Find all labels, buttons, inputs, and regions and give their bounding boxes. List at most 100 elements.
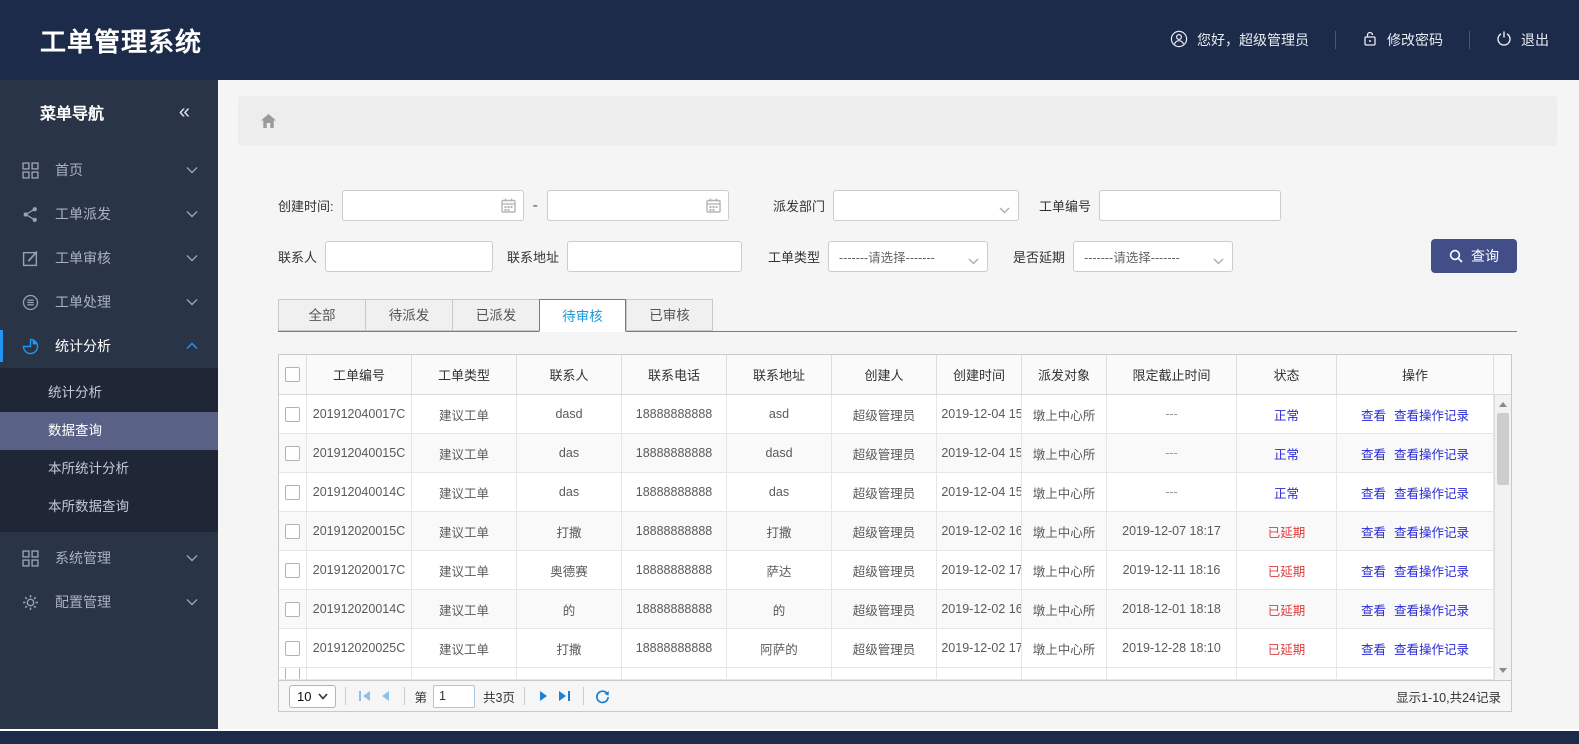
row-checkbox[interactable]	[285, 601, 300, 617]
row-checkbox[interactable]	[285, 484, 300, 500]
work-order-table: 工单编号 工单类型 联系人 联系电话 联系地址 创建人 创建时间 派发对象 限定…	[278, 354, 1512, 681]
cell-target: 墩上中心所	[1022, 590, 1107, 628]
cell-deadline: ---	[1107, 395, 1237, 433]
scroll-up-icon[interactable]	[1495, 397, 1511, 412]
sidebar-item-dispatch[interactable]: 工单派发	[0, 192, 218, 236]
status-badge: 正常	[1237, 395, 1337, 433]
cell-contact: 的	[517, 590, 622, 628]
cell-actions	[1337, 668, 1494, 679]
row-checkbox[interactable]	[285, 562, 300, 578]
col-target: 派发对象	[1022, 355, 1107, 394]
contact-input[interactable]	[325, 240, 494, 272]
create-time-start-input[interactable]	[341, 190, 524, 221]
cell-address: das	[727, 473, 832, 511]
chevron-down-icon	[186, 167, 198, 174]
home-icon[interactable]	[260, 113, 277, 129]
refresh-icon[interactable]	[593, 686, 613, 706]
collapse-sidebar-icon[interactable]: «	[179, 102, 190, 122]
create-time-end-input[interactable]	[546, 190, 729, 221]
search-button[interactable]: 查询	[1431, 239, 1517, 273]
cell-deadline: 2019-12-11 18:16	[1107, 551, 1237, 589]
cell-address: 的	[727, 590, 832, 628]
delay-select[interactable]: -------请选择-------	[1073, 240, 1234, 272]
sidebar-item-system[interactable]: 系统管理	[0, 536, 218, 580]
row-checkbox[interactable]	[285, 523, 300, 539]
cell-creator: 超级管理员	[832, 473, 937, 511]
row-checkbox[interactable]	[285, 640, 300, 656]
filter-row-2: 联系人 联系地址 工单类型 -------请选择------- 是否延期 ---…	[278, 239, 1517, 273]
cell-order-type: 建议工单	[412, 590, 517, 628]
sidebar-item-config[interactable]: 配置管理	[0, 580, 218, 624]
address-input[interactable]	[567, 240, 743, 272]
view-log-link[interactable]: 查看操作记录	[1394, 561, 1469, 580]
view-log-link[interactable]: 查看操作记录	[1394, 639, 1469, 658]
submenu-item-data-query[interactable]: 数据查询	[0, 412, 218, 450]
view-link[interactable]: 查看	[1361, 639, 1386, 658]
cell-actions: 查看 查看操作记录	[1337, 590, 1494, 628]
view-log-link[interactable]: 查看操作记录	[1394, 522, 1469, 541]
order-type-select[interactable]: -------请选择-------	[828, 240, 989, 272]
view-link[interactable]: 查看	[1361, 600, 1386, 619]
view-link[interactable]: 查看	[1361, 444, 1386, 463]
sidebar-item-label: 统计分析	[55, 338, 111, 354]
row-checkbox[interactable]	[285, 406, 300, 422]
cell-order-type: 建议工单	[412, 551, 517, 589]
cell-target: 墩上中心所	[1022, 512, 1107, 550]
order-no-input[interactable]	[1098, 190, 1281, 221]
page-size-select[interactable]: 10	[289, 684, 337, 708]
select-all-checkbox[interactable]	[285, 367, 300, 382]
cell-order-no: 201912020017C	[307, 551, 412, 589]
view-link[interactable]: 查看	[1361, 405, 1386, 424]
submenu-item-statistics-analysis[interactable]: 统计分析	[0, 374, 218, 412]
table-row: 201912040017C 建议工单 dasd 18888888888 asd …	[279, 395, 1494, 434]
submenu-item-local-data-query[interactable]: 本所数据查询	[0, 488, 218, 526]
table-scrollbar[interactable]	[1494, 395, 1511, 680]
tab-reviewed[interactable]: 已审核	[626, 299, 713, 331]
tab-all[interactable]: 全部	[278, 299, 365, 331]
row-checkbox[interactable]	[285, 668, 300, 679]
sidebar-item-review[interactable]: 工单审核	[0, 236, 218, 280]
first-page-button[interactable]	[355, 686, 375, 706]
sidebar-item-label: 工单审核	[55, 250, 111, 266]
sidebar-submenu-statistics: 统计分析 数据查询 本所统计分析 本所数据查询	[0, 368, 218, 532]
status-badge: 已延期	[1237, 512, 1337, 550]
order-no-label: 工单编号	[1038, 199, 1091, 214]
footer-bar	[0, 731, 1579, 744]
scroll-down-icon[interactable]	[1495, 663, 1511, 678]
row-checkbox[interactable]	[285, 445, 300, 461]
table-row: 201912040014C 建议工单 das 18888888888 das 超…	[279, 473, 1494, 512]
grid-icon	[22, 161, 39, 179]
dispatch-dept-select[interactable]	[832, 190, 1019, 221]
scrollbar-thumb[interactable]	[1497, 413, 1509, 485]
sidebar-menu-bottom: 系统管理 配置管理	[0, 532, 218, 624]
tab-dispatched[interactable]: 已派发	[452, 299, 539, 331]
view-log-link[interactable]: 查看操作记录	[1394, 600, 1469, 619]
next-page-button[interactable]	[534, 686, 554, 706]
submenu-item-local-statistics[interactable]: 本所统计分析	[0, 450, 218, 488]
view-log-link[interactable]: 查看操作记录	[1394, 444, 1469, 463]
gear-icon	[23, 594, 38, 610]
view-link[interactable]: 查看	[1361, 522, 1386, 541]
sidebar-item-process[interactable]: 工单处理	[0, 280, 218, 324]
tab-pending-review[interactable]: 待审核	[539, 299, 626, 332]
last-page-button[interactable]	[554, 686, 574, 706]
view-link[interactable]: 查看	[1361, 483, 1386, 502]
cell-order-no: 201912040014C	[307, 473, 412, 511]
col-creator: 创建人	[832, 355, 937, 394]
view-log-link[interactable]: 查看操作记录	[1394, 483, 1469, 502]
cell-creator: 超级管理员	[832, 395, 937, 433]
view-log-link[interactable]: 查看操作记录	[1394, 405, 1469, 424]
page-number-input[interactable]	[432, 684, 475, 708]
cell-order-type: 建议工单	[412, 629, 517, 667]
sidebar-item-statistics[interactable]: 统计分析	[0, 324, 218, 368]
tab-pending-dispatch[interactable]: 待派发	[365, 299, 452, 331]
sidebar-item-home[interactable]: 首页	[0, 148, 218, 192]
prev-page-button[interactable]	[375, 686, 395, 706]
cell-created: 2019-12-04 15	[937, 395, 1022, 433]
change-password-link[interactable]: 修改密码	[1362, 30, 1443, 50]
cell-deadline: 2019-12-28 18:10	[1107, 629, 1237, 667]
sidebar-menu: 首页 工单派发 工单审核 工单处理 统计分析	[0, 144, 218, 368]
logout-link[interactable]: 退出	[1496, 30, 1549, 50]
address-label: 联系地址	[507, 249, 560, 265]
view-link[interactable]: 查看	[1361, 561, 1386, 580]
